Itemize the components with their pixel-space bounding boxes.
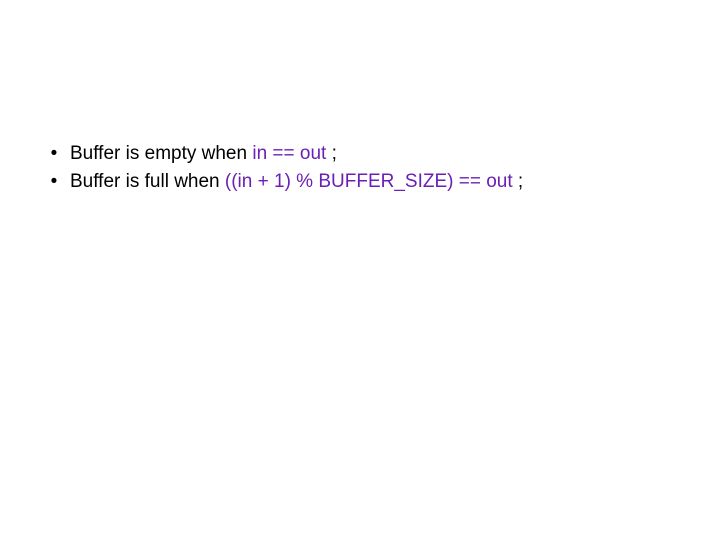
bullet-icon: •	[42, 168, 66, 196]
text-fragment: ((in + 1) % BUFFER_SIZE) == out	[225, 171, 518, 192]
list-item: • Buffer is empty when in == out ;	[42, 140, 720, 168]
text-fragment: Buffer is full when	[70, 171, 225, 192]
text-fragment: ;	[518, 171, 523, 192]
list-item-text: Buffer is full when ((in + 1) % BUFFER_S…	[70, 168, 523, 196]
text-fragment: ;	[332, 143, 337, 164]
text-fragment: Buffer is empty when	[70, 143, 252, 164]
text-fragment: in == out	[252, 143, 331, 164]
bullet-icon: •	[42, 140, 66, 168]
bullet-list: • Buffer is empty when in == out ; • Buf…	[42, 140, 720, 195]
list-item: • Buffer is full when ((in + 1) % BUFFER…	[42, 168, 720, 196]
slide: • Buffer is empty when in == out ; • Buf…	[0, 0, 720, 540]
list-item-text: Buffer is empty when in == out ;	[70, 140, 337, 168]
